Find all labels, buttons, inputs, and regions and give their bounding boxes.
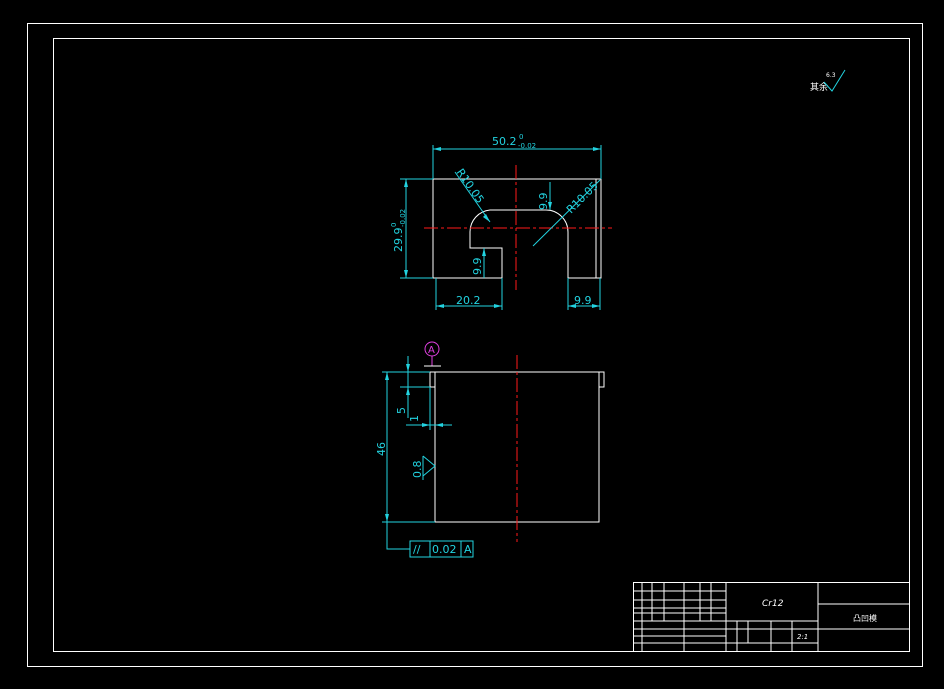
dim1-text: 1 <box>408 415 421 422</box>
left-width-arrow-right <box>494 304 502 308</box>
drawing-sheet: 其余 6.3 50.2 0 -0.02 29.9 0 -0.02 R10.05 <box>27 23 923 667</box>
outer-border <box>27 23 923 667</box>
slot-upper-text: 9.9 <box>537 193 550 211</box>
side-roughness-text: 0.8 <box>411 461 424 479</box>
tb-part-name: 凸凹模 <box>853 613 877 623</box>
side-roughness-symbol <box>422 455 436 477</box>
width-arrow-left <box>433 147 441 151</box>
datum-label: A <box>428 345 435 356</box>
slot-lower-arrow <box>482 248 486 256</box>
height-arrow-top <box>404 179 408 187</box>
right-width-text: 9.9 <box>574 294 592 307</box>
dim46-arrow-bottom <box>385 514 389 522</box>
tb-scale: 2:1 <box>797 633 808 641</box>
front-view-outline <box>434 371 605 523</box>
height-tol-lower: -0.02 <box>399 209 407 227</box>
title-block: Cr12 凸凹模 2:1 <box>633 582 910 652</box>
fcf-datum: A <box>464 543 472 556</box>
inner-border <box>53 38 910 652</box>
roughness-note-value: 6.3 <box>826 72 836 79</box>
radius-left-arrow <box>483 214 490 222</box>
tb-material: Cr12 <box>762 599 784 609</box>
general-roughness-note: 其余 6.3 <box>810 69 846 93</box>
width-dim-text: 50.2 <box>492 135 517 148</box>
front-view: A 46 5 1 0.8 // 0.02 A <box>375 341 605 558</box>
fcf-value: 0.02 <box>432 543 457 556</box>
height-tol-upper: 0 <box>390 223 398 227</box>
radius-left-text: R10.05 <box>454 166 487 206</box>
width-tol-lower: -0.02 <box>518 142 536 150</box>
fcf-symbol: // <box>413 543 421 556</box>
right-width-arrow-right <box>592 304 600 308</box>
dim46-arrow-top <box>385 372 389 380</box>
dim1-arrow-left <box>422 423 430 427</box>
slot-lower-text: 9.9 <box>471 258 484 276</box>
dim5-arrow-bottom <box>406 387 410 395</box>
top-view: 50.2 0 -0.02 29.9 0 -0.02 R10.05 R10.05 … <box>390 133 612 310</box>
width-tol-upper: 0 <box>519 133 523 141</box>
dim46-text: 46 <box>375 442 388 456</box>
dim1-arrow-right <box>435 423 443 427</box>
dim5-text: 5 <box>395 407 408 414</box>
dim5-arrow-top <box>406 364 410 372</box>
height-arrow-bottom <box>404 270 408 278</box>
left-width-arrow-left <box>436 304 444 308</box>
fcf-leader <box>386 522 410 550</box>
radius-right-text: R10.05 <box>564 179 601 216</box>
height-dim-text: 29.9 <box>392 228 405 253</box>
width-arrow-right <box>593 147 601 151</box>
left-width-text: 20.2 <box>456 294 481 307</box>
